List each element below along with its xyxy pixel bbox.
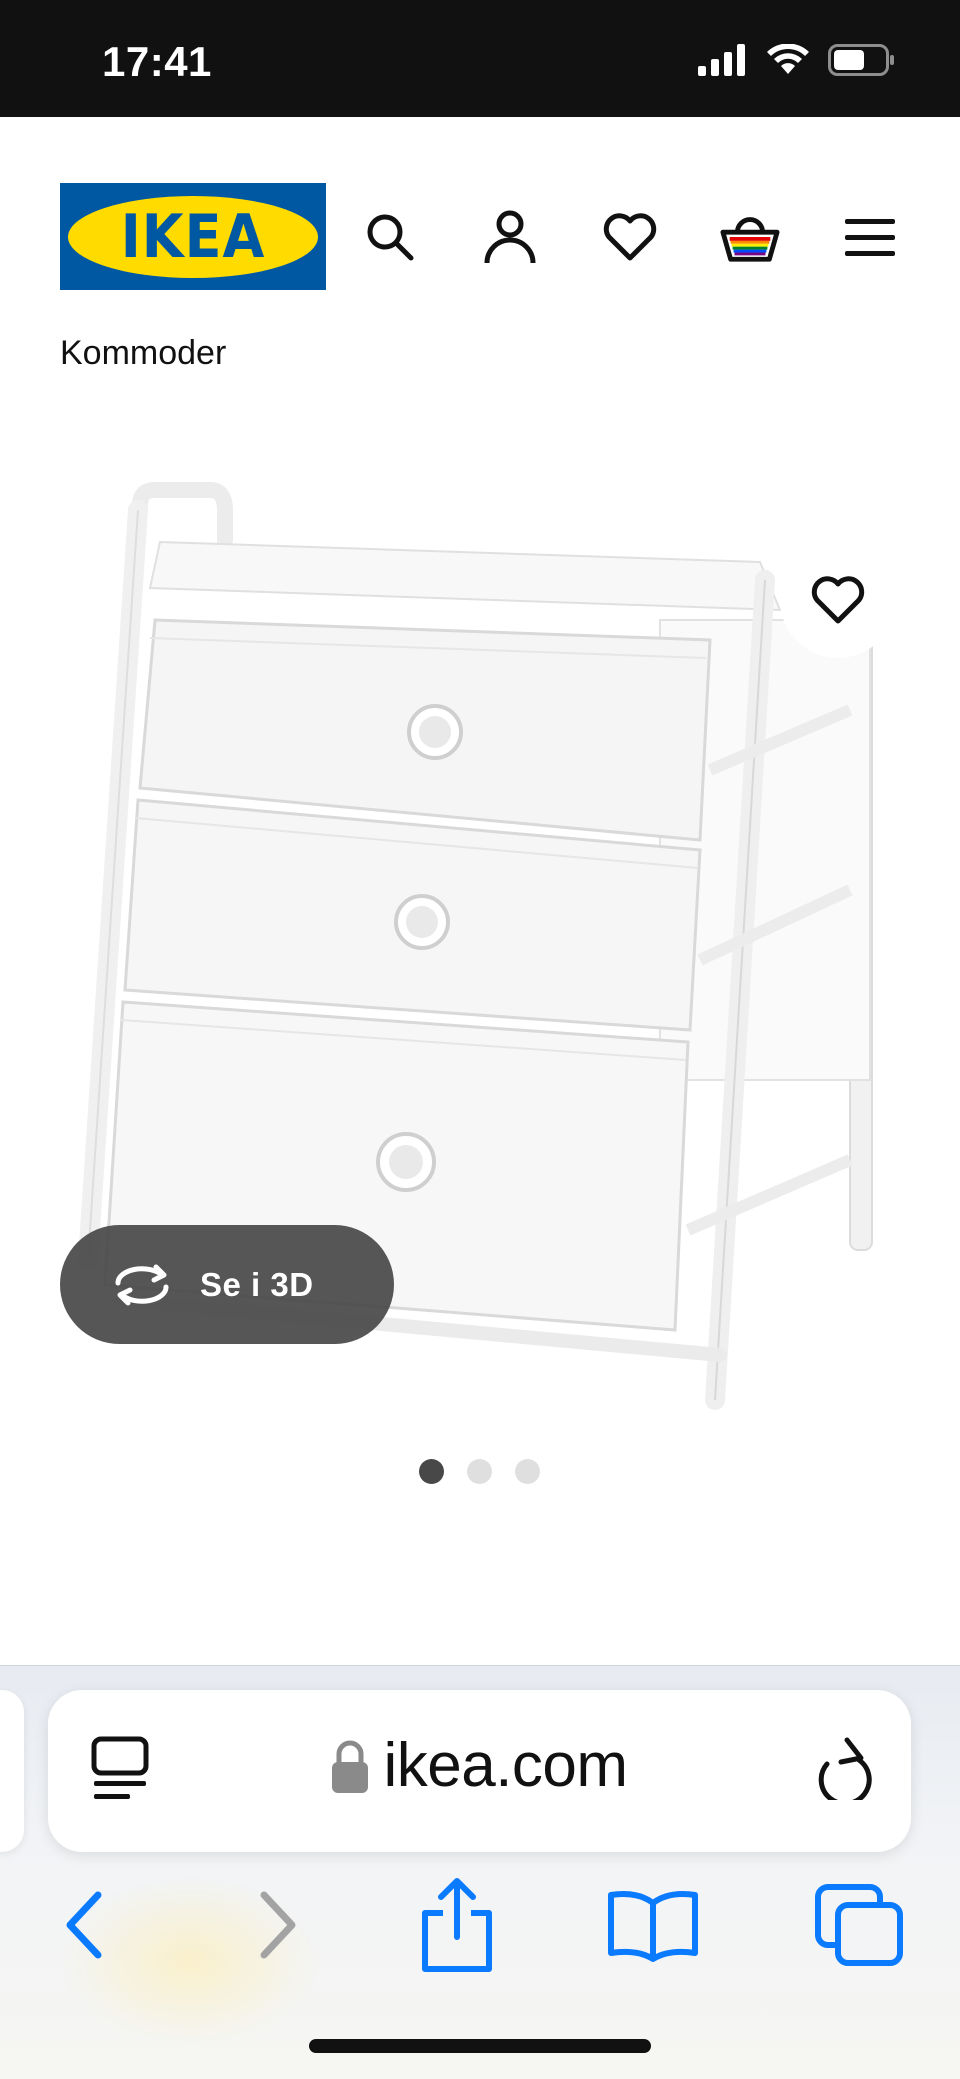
battery-icon xyxy=(828,44,894,76)
tabs-icon xyxy=(815,1884,903,1966)
site-header: IKEA xyxy=(0,117,960,357)
logo-text: IKEA xyxy=(120,201,266,272)
basket-button[interactable] xyxy=(720,207,780,267)
share-button[interactable] xyxy=(402,1870,512,1980)
heart-icon xyxy=(811,576,865,624)
back-icon xyxy=(66,1891,102,1959)
bookmarks-button[interactable] xyxy=(598,1870,708,1980)
view-in-3d-button[interactable]: Se i 3D xyxy=(60,1225,394,1344)
breadcrumb[interactable]: Kommoder xyxy=(60,334,226,373)
view-in-3d-label: Se i 3D xyxy=(200,1265,314,1303)
bookmarks-icon xyxy=(608,1891,698,1962)
status-time: 17:41 xyxy=(102,38,212,85)
forward-button[interactable] xyxy=(222,1870,332,1980)
favourites-button[interactable] xyxy=(600,207,660,267)
tabs-button[interactable] xyxy=(804,1870,914,1980)
heart-icon xyxy=(603,213,657,261)
wifi-icon xyxy=(767,44,809,74)
image-pagination xyxy=(419,1459,540,1484)
rotate-3d-icon xyxy=(115,1264,169,1305)
forward-icon xyxy=(260,1891,296,1959)
reload-button[interactable] xyxy=(815,1734,875,1807)
cellular-signal-icon xyxy=(698,44,745,76)
address-bar[interactable]: ikea.com xyxy=(48,1690,911,1852)
pagination-dot-3[interactable] xyxy=(515,1459,540,1484)
ikea-logo[interactable]: IKEA xyxy=(60,183,326,290)
status-bar: 17:41 xyxy=(0,0,960,117)
search-button[interactable] xyxy=(360,207,420,267)
save-to-favourites-button[interactable] xyxy=(780,542,896,658)
url-text: ikea.com xyxy=(383,1731,628,1800)
previous-tab-peek[interactable] xyxy=(0,1690,24,1852)
pagination-dot-1[interactable] xyxy=(419,1459,444,1484)
basket-icon xyxy=(720,217,780,262)
menu-button[interactable] xyxy=(840,207,900,267)
account-button[interactable] xyxy=(480,207,540,267)
back-button[interactable] xyxy=(30,1870,140,1980)
logo-oval: IKEA xyxy=(68,195,318,278)
search-icon xyxy=(367,214,414,261)
status-icons xyxy=(698,44,896,76)
lock-icon xyxy=(332,1740,369,1793)
reload-icon xyxy=(818,1737,872,1807)
share-icon xyxy=(422,1878,492,1972)
home-indicator[interactable] xyxy=(309,2039,651,2053)
menu-icon xyxy=(845,219,895,256)
pagination-dot-2[interactable] xyxy=(467,1459,492,1484)
account-icon xyxy=(484,210,536,264)
url-display[interactable]: ikea.com xyxy=(48,1730,911,1801)
browser-toolbar xyxy=(0,1870,960,1980)
